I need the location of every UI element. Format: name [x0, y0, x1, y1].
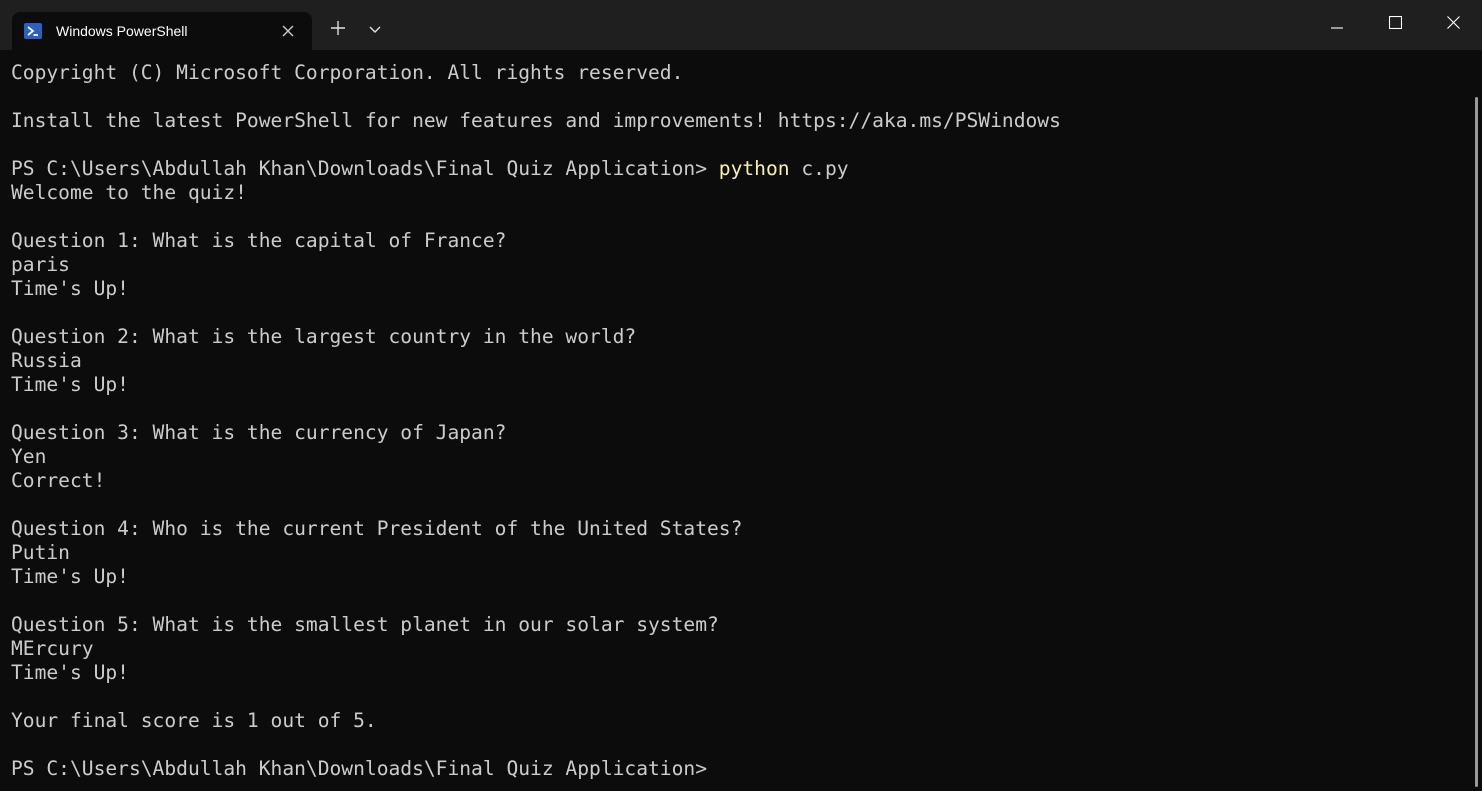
command-name: python: [718, 157, 790, 180]
prompt-text: PS C:\Users\Abdullah Khan\Downloads\Fina…: [11, 157, 719, 180]
powershell-icon: [24, 22, 42, 40]
scrollbar-thumb[interactable]: [1475, 97, 1478, 787]
maximize-button[interactable]: [1366, 0, 1424, 50]
terminal-line: MErcury: [11, 637, 94, 660]
profile-dropdown-button[interactable]: [360, 14, 390, 46]
terminal-line: Welcome to the quiz!: [11, 181, 247, 204]
minimize-button[interactable]: [1308, 0, 1366, 50]
terminal-line: Question 4: Who is the current President…: [11, 517, 743, 540]
terminal-line: Install the latest PowerShell for new fe…: [11, 109, 1061, 132]
terminal-line: Question 3: What is the currency of Japa…: [11, 421, 507, 444]
terminal-window: Windows PowerShell Copyright (C) Microso…: [0, 0, 1482, 791]
title-bar[interactable]: Windows PowerShell: [0, 0, 1482, 50]
terminal-line: Putin: [11, 541, 70, 564]
close-icon: [1446, 16, 1460, 34]
minimize-icon: [1331, 16, 1343, 34]
chevron-down-icon: [369, 21, 381, 39]
terminal-line: Time's Up!: [11, 661, 129, 684]
command-args: c.py: [789, 157, 849, 180]
terminal-line: Time's Up!: [11, 277, 129, 300]
terminal-line: Time's Up!: [11, 373, 129, 396]
new-tab-button[interactable]: [320, 14, 356, 46]
tab-windows-powershell[interactable]: Windows PowerShell: [12, 12, 312, 50]
tab-title: Windows PowerShell: [56, 23, 188, 39]
current-prompt[interactable]: PS C:\Users\Abdullah Khan\Downloads\Fina…: [11, 757, 1061, 781]
close-tab-icon[interactable]: [280, 23, 296, 39]
terminal-line: Time's Up!: [11, 565, 129, 588]
terminal-line: Yen: [11, 445, 47, 468]
maximize-icon: [1388, 15, 1402, 34]
command-line: PS C:\Users\Abdullah Khan\Downloads\Fina…: [11, 157, 1061, 181]
plus-icon: [331, 20, 345, 40]
terminal-line: paris: [11, 253, 70, 276]
close-window-button[interactable]: [1424, 0, 1482, 50]
terminal-line: Question 2: What is the largest country …: [11, 325, 637, 348]
terminal-line: Your final score is 1 out of 5.: [11, 709, 377, 732]
terminal-line: Correct!: [11, 469, 106, 492]
terminal-output[interactable]: Copyright (C) Microsoft Corporation. All…: [0, 50, 1472, 791]
vertical-scrollbar[interactable]: [1472, 50, 1482, 791]
terminal-line: Question 5: What is the smallest planet …: [11, 613, 719, 636]
terminal-line: Question 1: What is the capital of Franc…: [11, 229, 507, 252]
terminal-lines: Copyright (C) Microsoft Corporation. All…: [11, 61, 1061, 781]
terminal-line: Russia: [11, 349, 82, 372]
terminal-line: Copyright (C) Microsoft Corporation. All…: [11, 61, 684, 84]
